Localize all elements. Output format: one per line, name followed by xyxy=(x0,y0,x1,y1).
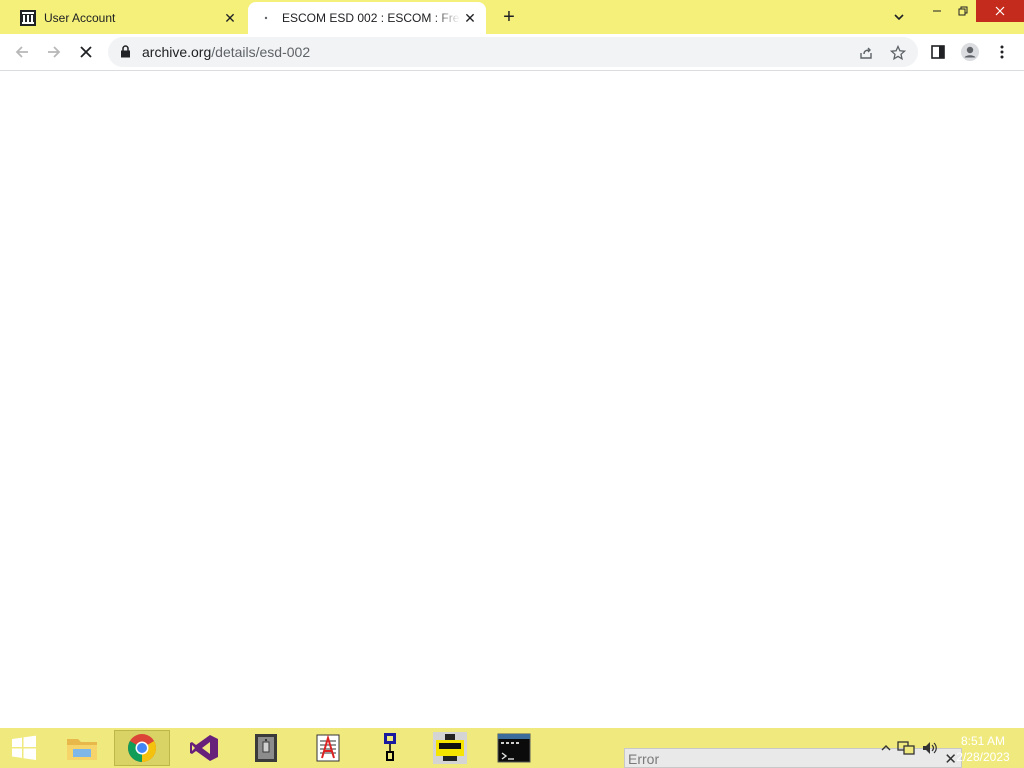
yellow-app-icon[interactable] xyxy=(422,730,478,766)
tab-escom-esd-002[interactable]: ESCOM ESD 002 : ESCOM : Free Download, B… xyxy=(248,2,486,34)
new-tab-button[interactable]: + xyxy=(498,6,520,28)
close-tab-icon[interactable]: ✕ xyxy=(460,8,480,28)
url-text: archive.org/details/esd-002 xyxy=(142,44,310,60)
loading-spinner-icon xyxy=(258,10,274,26)
tab-title: ESCOM ESD 002 : ESCOM : Free Download, B… xyxy=(282,11,460,25)
page-content-area xyxy=(0,71,1024,728)
windows-start-icon[interactable] xyxy=(0,730,48,766)
tab-user-account[interactable]: User Account ✕ xyxy=(10,2,246,34)
lock-icon[interactable] xyxy=(120,45,131,63)
tab-search-chevron-icon[interactable] xyxy=(888,6,910,28)
text-editor-icon[interactable] xyxy=(300,730,356,766)
system-clock[interactable]: 8:51 AM 2/28/2023 xyxy=(956,733,1010,765)
clock-time: 8:51 AM xyxy=(960,734,1006,748)
back-arrow-icon[interactable] xyxy=(10,40,34,64)
tab-title: User Account xyxy=(44,11,116,25)
stop-loading-icon[interactable] xyxy=(74,40,98,64)
clock-date: 2/28/2023 xyxy=(956,750,1010,764)
error-text: Error xyxy=(628,751,660,767)
volume-icon[interactable] xyxy=(920,738,940,758)
command-prompt-icon[interactable] xyxy=(486,730,542,766)
archive-building-icon xyxy=(20,10,36,26)
network-icon[interactable] xyxy=(896,738,916,758)
tray-chevron-up-icon[interactable] xyxy=(876,738,896,758)
flowchart-app-icon[interactable] xyxy=(362,730,418,766)
chrome-icon[interactable] xyxy=(114,730,170,766)
share-icon[interactable] xyxy=(856,43,876,63)
url-path: /details/esd-002 xyxy=(211,44,311,60)
address-bar[interactable]: archive.org/details/esd-002 xyxy=(108,37,918,67)
device-app-icon[interactable] xyxy=(238,730,294,766)
minimize-button[interactable] xyxy=(924,0,950,22)
profile-avatar-icon[interactable] xyxy=(958,40,982,64)
more-menu-icon[interactable] xyxy=(990,40,1014,64)
browser-toolbar: archive.org/details/esd-002 xyxy=(0,34,1024,71)
close-tab-icon[interactable]: ✕ xyxy=(220,8,240,28)
browser-tab-bar: User Account ✕ ESCOM ESD 002 : ESCOM : F… xyxy=(0,0,1024,34)
file-explorer-icon[interactable] xyxy=(54,730,110,766)
forward-arrow-icon[interactable] xyxy=(42,40,66,64)
side-panel-icon[interactable] xyxy=(926,40,950,64)
restore-button[interactable] xyxy=(950,0,976,22)
bookmark-star-icon[interactable] xyxy=(888,43,908,63)
visual-studio-icon[interactable] xyxy=(176,730,232,766)
url-domain: archive.org xyxy=(142,44,212,60)
close-window-button[interactable] xyxy=(976,0,1024,22)
